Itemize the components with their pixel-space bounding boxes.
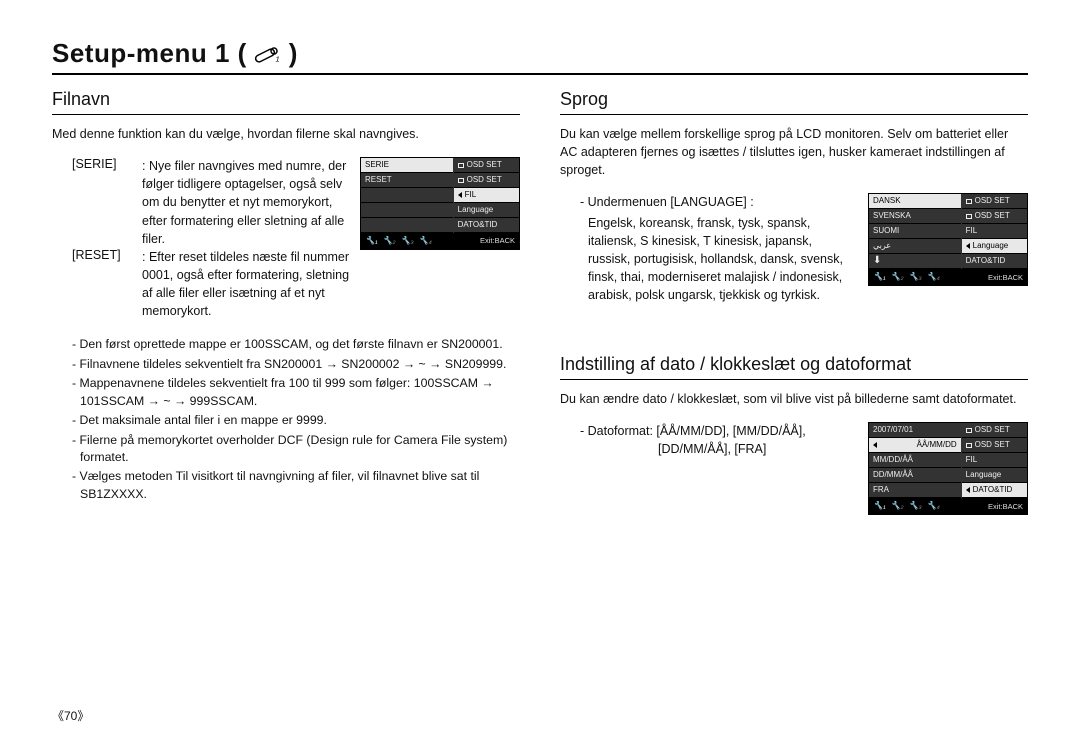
sprog-body-and-lcd: - Undermenuen [LANGUAGE] : Engelsk, kore… [560,193,1028,304]
definition-list: [SERIE] : Nye filer navngives med numre,… [72,157,350,320]
sprog-sub-body: Engelsk, koreansk, fransk, tysk, spansk,… [588,214,854,305]
page-title-close: ) [289,38,298,69]
right-column: Sprog Du kan vælge mellem forskellige sp… [560,89,1028,515]
def-serie: [SERIE] : Nye filer navngives med numre,… [72,157,350,248]
defs-and-lcd: [SERIE] : Nye filer navngives med numre,… [52,157,520,330]
dato-intro: Du kan ændre dato / klokkeslæt, som vil … [560,390,1028,408]
wrench-icon: 1 [253,43,283,65]
sprog-sub-head: - Undermenuen [LANGUAGE] : [580,193,854,211]
def-serie-label: [SERIE] [72,157,132,248]
columns: Filnavn Med denne funktion kan du vælge,… [52,89,1028,515]
page-number: 《70》 [52,707,89,724]
dato-line2: [DD/MM/ÅÅ], [FRA] [580,440,854,458]
dato-line1: - Datoformat: [ÅÅ/MM/DD], [MM/DD/ÅÅ], [580,422,854,440]
note-4: - Det maksimale antal filer i en mappe e… [72,412,520,429]
def-reset-body: : Efter reset tildeles næste fil nummer … [142,248,350,321]
note-3: - Mappenavnene tildeles sekventielt fra … [72,375,520,410]
def-serie-body: : Nye filer navngives med numre, der føl… [142,157,350,248]
dato-body-and-lcd: - Datoformat: [ÅÅ/MM/DD], [MM/DD/ÅÅ], [D… [580,422,1028,515]
filnavn-intro: Med denne funktion kan du vælge, hvordan… [52,125,520,143]
note-1: - Den først oprettede mappe er 100SSCAM,… [72,336,520,353]
def-reset-label: [RESET] [72,248,132,321]
sprog-sub: - Undermenuen [LANGUAGE] : Engelsk, kore… [580,193,854,304]
sprog-heading: Sprog [560,89,1028,115]
sprog-intro: Du kan vælge mellem forskellige sprog på… [560,125,1028,179]
lcd-filnavn: SERIERESETOSD SETOSD SETFILLanguageDATO&… [360,157,520,250]
page-title-row: Setup-menu 1 ( 1 ) [52,38,1028,75]
svg-text:1: 1 [275,54,279,63]
page-title-start: Setup-menu 1 ( [52,38,247,69]
page: Setup-menu 1 ( 1 ) Filnavn Med denne fun… [0,0,1080,746]
note-2: - Filnavnene tildeles sekventielt fra SN… [72,356,520,373]
filnavn-heading: Filnavn [52,89,520,115]
left-column: Filnavn Med denne funktion kan du vælge,… [52,89,520,515]
lcd-dato: 2007/07/01ÅÅ/MM/DDMM/DD/ÅÅDD/MM/ÅÅFRAOSD… [868,422,1028,515]
note-5: - Filerne på memorykortet overholder DCF… [72,432,520,467]
dato-format-text: - Datoformat: [ÅÅ/MM/DD], [MM/DD/ÅÅ], [D… [580,422,854,458]
note-6: - Vælges metoden Til visitkort til navng… [72,468,520,503]
filnavn-notes: - Den først oprettede mappe er 100SSCAM,… [72,336,520,503]
dato-heading: Indstilling af dato / klokkeslæt og dato… [560,354,1028,380]
lcd-sprog: DANSKSVENSKASUOMIعربي⬇OSD SETOSD SETFILL… [868,193,1028,286]
def-reset: [RESET] : Efter reset tildeles næste fil… [72,248,350,321]
